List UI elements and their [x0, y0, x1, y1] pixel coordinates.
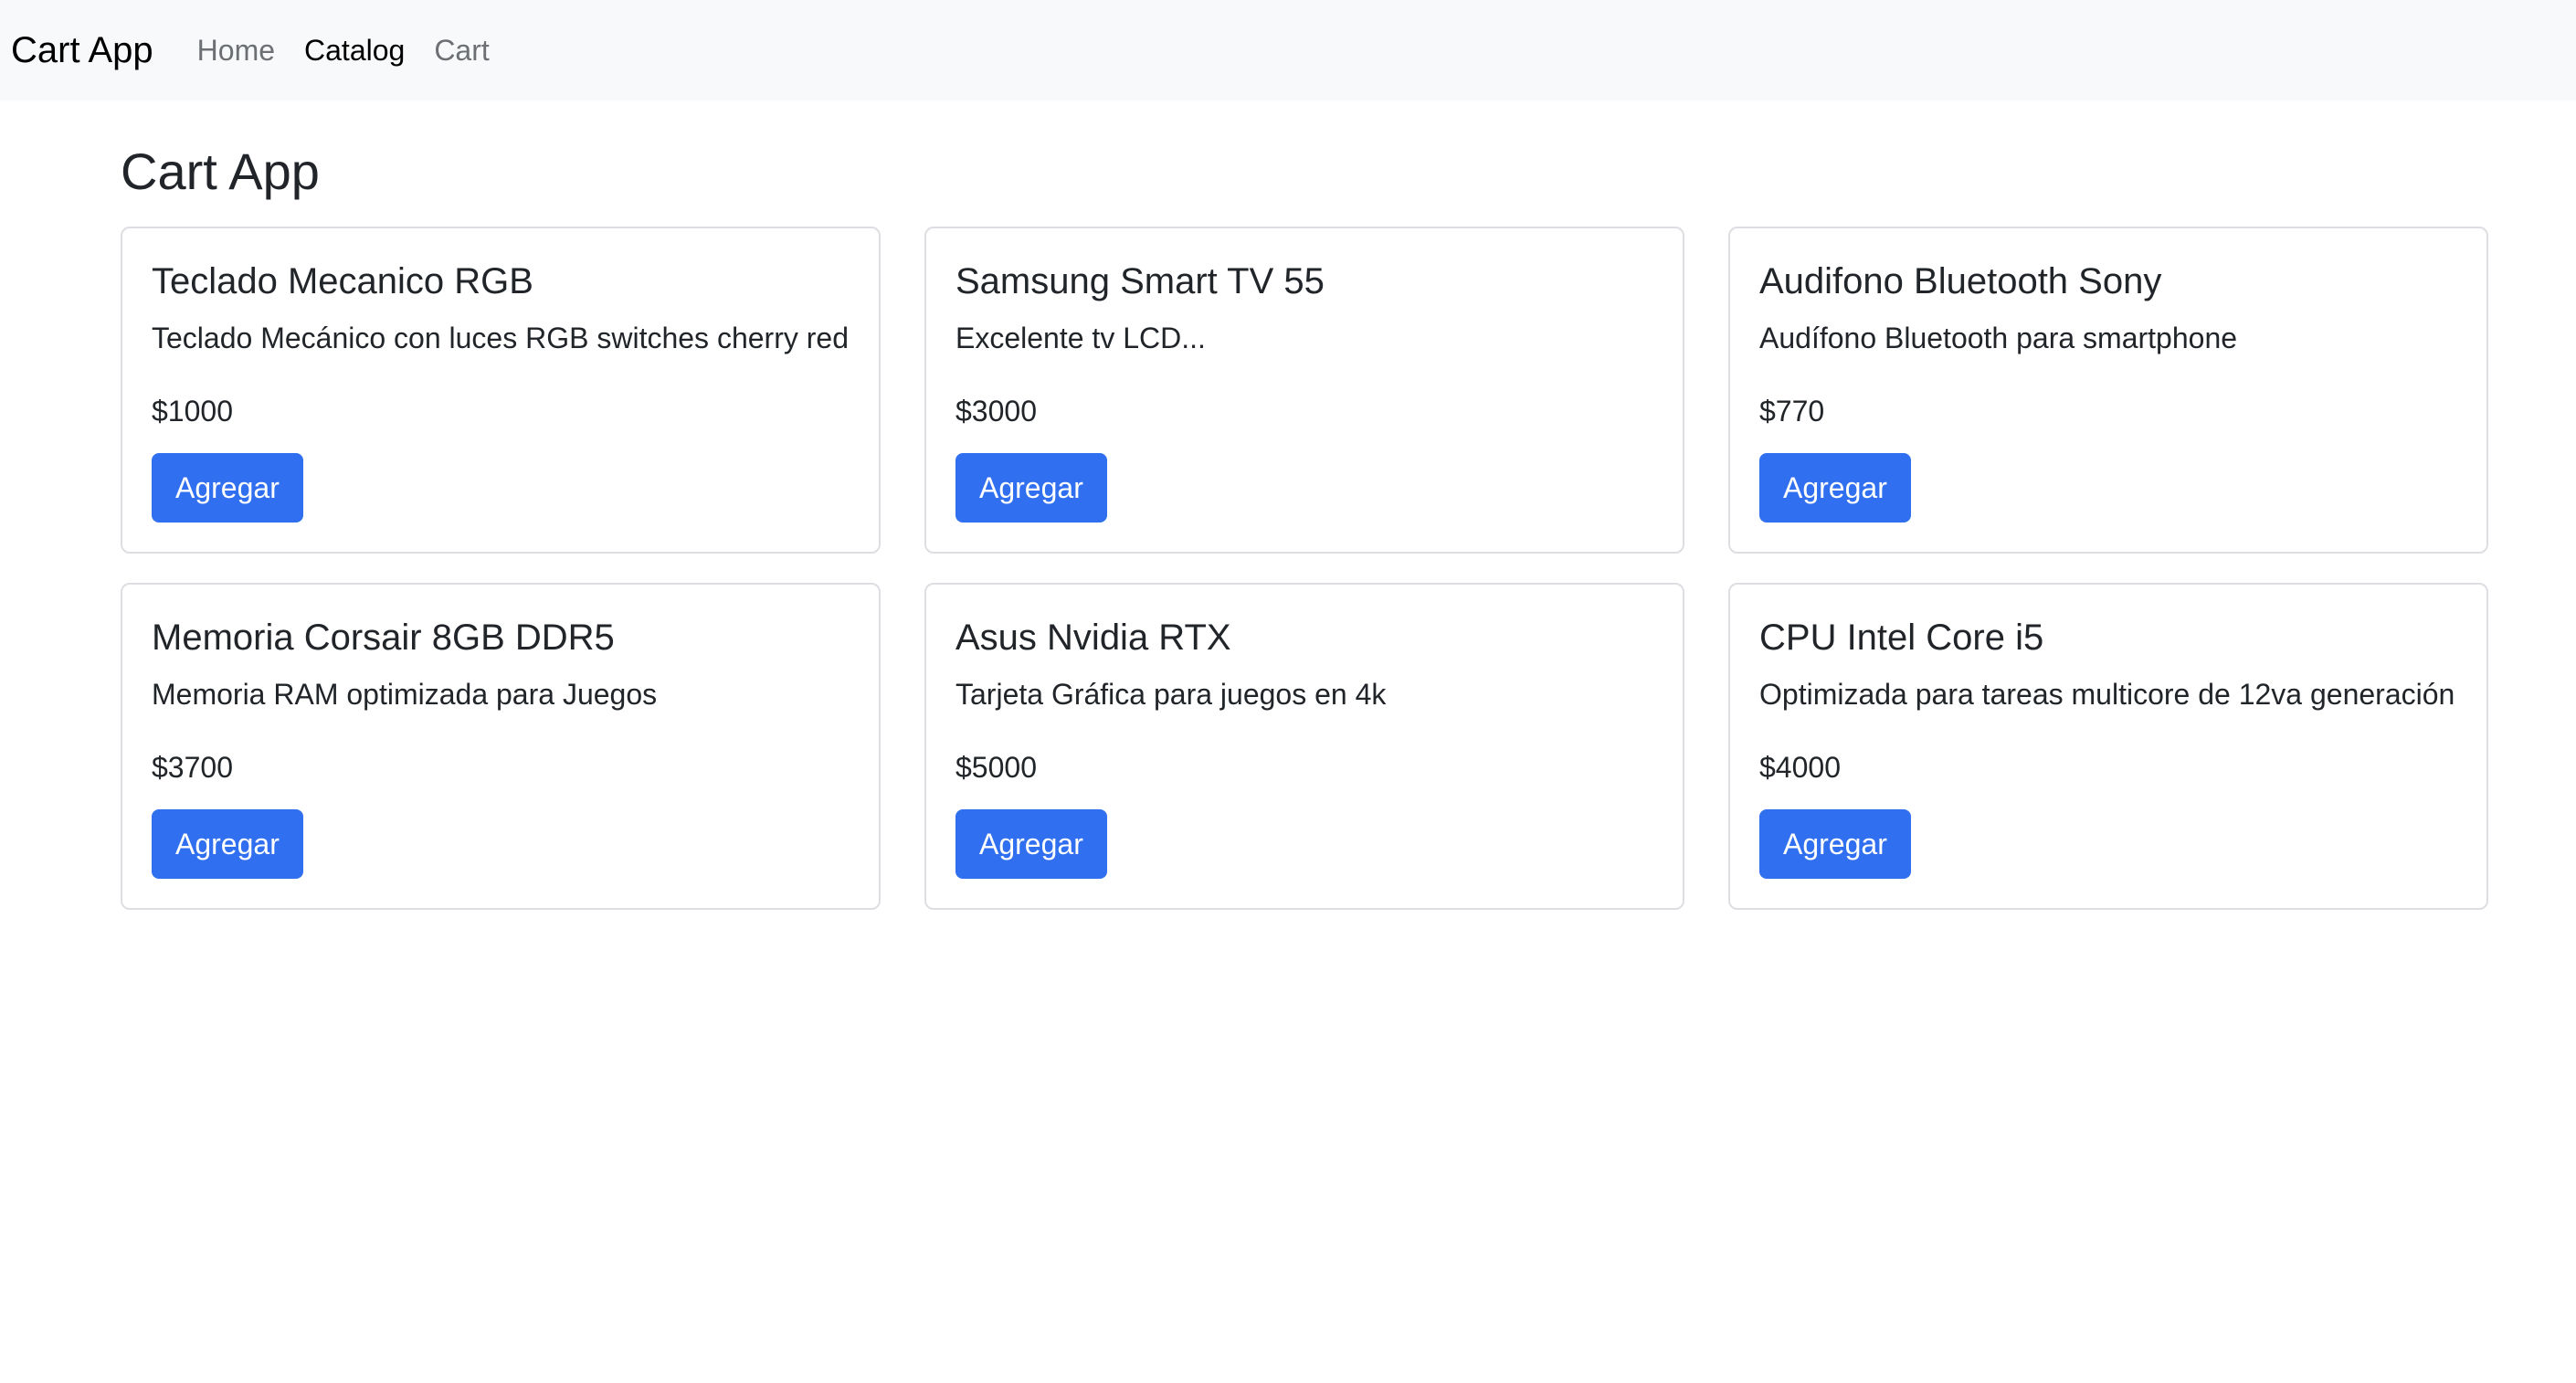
product-description: Teclado Mecánico con luces RGB switches … [152, 322, 849, 354]
navbar: Cart App Home Catalog Cart [0, 0, 2576, 100]
product-card: Asus Nvidia RTX Tarjeta Gráfica para jue… [924, 583, 1684, 910]
product-description: Excelente tv LCD... [955, 322, 1206, 354]
product-price: $4000 [1759, 751, 1841, 784]
add-to-cart-button[interactable]: Agregar [1759, 809, 1911, 879]
navbar-brand[interactable]: Cart App [11, 30, 153, 71]
add-to-cart-button[interactable]: Agregar [955, 809, 1107, 879]
product-description: Audífono Bluetooth para smartphone [1759, 322, 2238, 354]
product-description: Optimizada para tareas multicore de 12va… [1759, 678, 2455, 711]
product-card: Memoria Corsair 8GB DDR5 Memoria RAM opt… [121, 583, 881, 910]
nav-link-cart[interactable]: Cart [434, 34, 489, 68]
product-grid: Teclado Mecanico RGB Teclado Mecánico co… [121, 227, 2488, 910]
nav-link-catalog[interactable]: Catalog [304, 34, 405, 68]
add-to-cart-button[interactable]: Agregar [955, 453, 1107, 523]
product-title: Asus Nvidia RTX [955, 618, 1231, 658]
product-title: CPU Intel Core i5 [1759, 618, 2044, 658]
main-content: Cart App Teclado Mecanico RGB Teclado Me… [121, 100, 2488, 910]
nav-link-home[interactable]: Home [197, 34, 275, 68]
nav-links: Home Catalog Cart [197, 34, 519, 68]
product-card: CPU Intel Core i5 Optimizada para tareas… [1728, 583, 2488, 910]
product-title: Memoria Corsair 8GB DDR5 [152, 618, 615, 658]
add-to-cart-button[interactable]: Agregar [152, 453, 303, 523]
product-price: $3700 [152, 751, 233, 784]
product-price: $1000 [152, 395, 233, 428]
product-card: Samsung Smart TV 55 Excelente tv LCD... … [924, 227, 1684, 554]
product-description: Tarjeta Gráfica para juegos en 4k [955, 678, 1387, 711]
product-price: $5000 [955, 751, 1037, 784]
product-description: Memoria RAM optimizada para Juegos [152, 678, 658, 711]
product-title: Audifono Bluetooth Sony [1759, 261, 2162, 301]
product-title: Samsung Smart TV 55 [955, 261, 1325, 301]
product-card: Audifono Bluetooth Sony Audífono Bluetoo… [1728, 227, 2488, 554]
add-to-cart-button[interactable]: Agregar [1759, 453, 1911, 523]
page-title: Cart App [121, 143, 320, 200]
add-to-cart-button[interactable]: Agregar [152, 809, 303, 879]
product-price: $3000 [955, 395, 1037, 428]
product-price: $770 [1759, 395, 1825, 428]
product-title: Teclado Mecanico RGB [152, 261, 533, 301]
product-card: Teclado Mecanico RGB Teclado Mecánico co… [121, 227, 881, 554]
